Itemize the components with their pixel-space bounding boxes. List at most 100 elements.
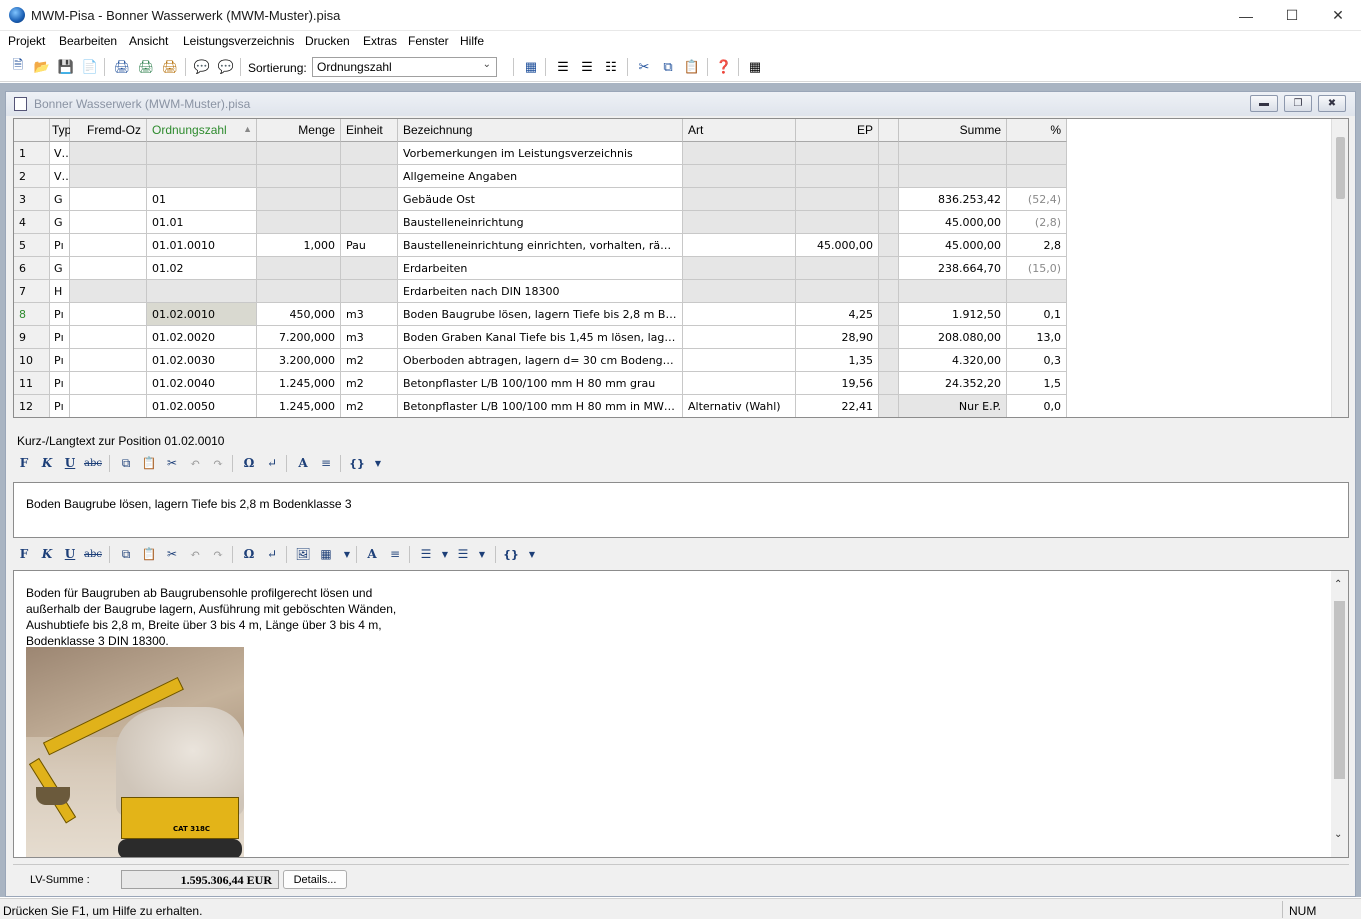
cell-art[interactable] [683,372,796,395]
placeholder-icon[interactable]: {} [348,454,366,472]
calculator-icon[interactable]: ▦ [746,58,764,76]
cell-typ[interactable]: Pı [50,234,70,257]
cell-pct[interactable] [1007,280,1067,303]
bullet-dropdown-icon[interactable]: ▼ [436,545,454,563]
comment-icon[interactable]: 💬 [193,58,211,76]
header-ordnungszahl[interactable]: Ordnungszahl ▲ [147,119,257,142]
cell-oz[interactable]: 01.02.0040 [147,372,257,395]
numbered-list-edit-icon[interactable]: ☰ [454,545,472,563]
help-icon[interactable]: ❓ [715,58,733,76]
cell-sp[interactable] [879,372,899,395]
cell-bez[interactable]: Betonpflaster L/B 100/100 mm H 80 mm in … [398,395,683,417]
cell-oz[interactable]: 01.02.0050 [147,395,257,417]
cell-oz[interactable]: 01.01 [147,211,257,234]
cell-oz[interactable]: 01.02.0020 [147,326,257,349]
maximize-icon[interactable]: ☐ [1269,0,1315,31]
cell-sp[interactable] [879,395,899,417]
paragraph-format-icon[interactable]: ≡ [317,454,335,472]
paste-text-icon[interactable]: 📋 [140,454,158,472]
cell-fremd[interactable] [70,142,147,165]
cell-einheit[interactable]: Pau [341,234,398,257]
lang-redo-icon[interactable]: ↷ [209,545,227,563]
lang-underline-icon[interactable]: U [61,545,79,563]
cell-pct[interactable]: (52,4) [1007,188,1067,211]
cell-pct[interactable] [1007,142,1067,165]
cell-einheit[interactable]: m2 [341,349,398,372]
cell-fremd[interactable] [70,211,147,234]
cell-menge[interactable]: 450,000 [257,303,341,326]
header-art[interactable]: Art [683,119,796,142]
cell-sp[interactable] [879,211,899,234]
cell-pct[interactable]: 2,8 [1007,234,1067,257]
cell-einheit[interactable] [341,211,398,234]
child-minimize-icon[interactable]: ▬ [1250,95,1278,112]
lang-italic-icon[interactable]: K [38,545,56,563]
cell-einheit[interactable] [341,165,398,188]
cell-ep[interactable]: 45.000,00 [796,234,879,257]
position-grid[interactable]: Typ Fremd-Oz Ordnungszahl ▲ Menge Einheit… [13,118,1349,418]
cell-typ[interactable]: G [50,211,70,234]
cell-typ[interactable]: H [50,280,70,303]
cell-fremd[interactable] [70,349,147,372]
cell-bez[interactable]: Gebäude Ost [398,188,683,211]
transfer-icon[interactable]: 🖨 [161,58,179,76]
cell-oz[interactable] [147,165,257,188]
underline-icon[interactable]: U [61,454,79,472]
cell-bez[interactable]: Betonpflaster L/B 100/100 mm H 80 mm gra… [398,372,683,395]
cell-sp[interactable] [879,349,899,372]
cell-sp[interactable] [879,234,899,257]
cell-menge[interactable] [257,280,341,303]
cell-pct[interactable]: 0,1 [1007,303,1067,326]
cell-sp[interactable] [879,165,899,188]
cut-icon[interactable]: ✂ [635,58,653,76]
cell-typ[interactable]: G [50,257,70,280]
insert-comment-icon[interactable]: 💬 [217,58,235,76]
lang-strikethrough-icon[interactable]: abc [84,545,102,563]
cell-typ[interactable]: Pı [50,395,70,417]
strikethrough-icon[interactable]: abc [84,454,102,472]
langtext-scroll-thumb[interactable] [1334,601,1345,779]
numbered-dropdown-icon[interactable]: ▼ [473,545,491,563]
import-icon[interactable]: 🖨 [137,58,155,76]
italic-icon[interactable]: K [38,454,56,472]
print-preview-icon[interactable]: 📄 [81,58,99,76]
cell-pct[interactable]: (2,8) [1007,211,1067,234]
grid-view-icon[interactable]: ▦ [522,58,540,76]
cell-ep[interactable]: 22,41 [796,395,879,417]
insert-image-icon[interactable]: 🖼 [294,545,312,563]
cell-summe[interactable] [899,142,1007,165]
cell-fremd[interactable] [70,257,147,280]
list-view-icon[interactable]: ☰ [554,58,572,76]
menu-bearbeiten[interactable]: Bearbeiten [59,34,117,48]
cell-summe[interactable] [899,165,1007,188]
cell-sp[interactable] [879,280,899,303]
export-icon[interactable]: 🖨 [113,58,131,76]
cell-art[interactable] [683,165,796,188]
cell-ep[interactable] [796,188,879,211]
cell-art[interactable]: Alternativ (Wahl) [683,395,796,417]
cell-art[interactable] [683,280,796,303]
cell-menge[interactable] [257,165,341,188]
langtext-scrollbar[interactable]: ⌃ ⌄ [1331,571,1348,857]
header-bezeichnung[interactable]: Bezeichnung [398,119,683,142]
cell-menge[interactable] [257,257,341,280]
redo-icon[interactable]: ↷ [209,454,227,472]
cell-menge[interactable] [257,142,341,165]
lang-font-icon[interactable]: A [363,545,381,563]
table-dropdown-icon[interactable]: ▼ [338,545,356,563]
cell-summe[interactable]: Nur E.P. [899,395,1007,417]
cell-menge[interactable]: 7.200,000 [257,326,341,349]
cell-fremd[interactable] [70,188,147,211]
cell-ep[interactable]: 4,25 [796,303,879,326]
bullet-list-icon[interactable]: ☰ [417,545,435,563]
cell-einheit[interactable] [341,280,398,303]
cell-sp[interactable] [879,188,899,211]
cell-bez[interactable]: Baustelleneinrichtung einrichten, vorhal… [398,234,683,257]
numbered-list-icon[interactable]: ☰ [578,58,596,76]
cell-einheit[interactable]: m2 [341,372,398,395]
cell-oz[interactable] [147,280,257,303]
cell-ep[interactable]: 1,35 [796,349,879,372]
cell-fremd[interactable] [70,280,147,303]
cell-pct[interactable]: (15,0) [1007,257,1067,280]
cell-ep[interactable] [796,211,879,234]
